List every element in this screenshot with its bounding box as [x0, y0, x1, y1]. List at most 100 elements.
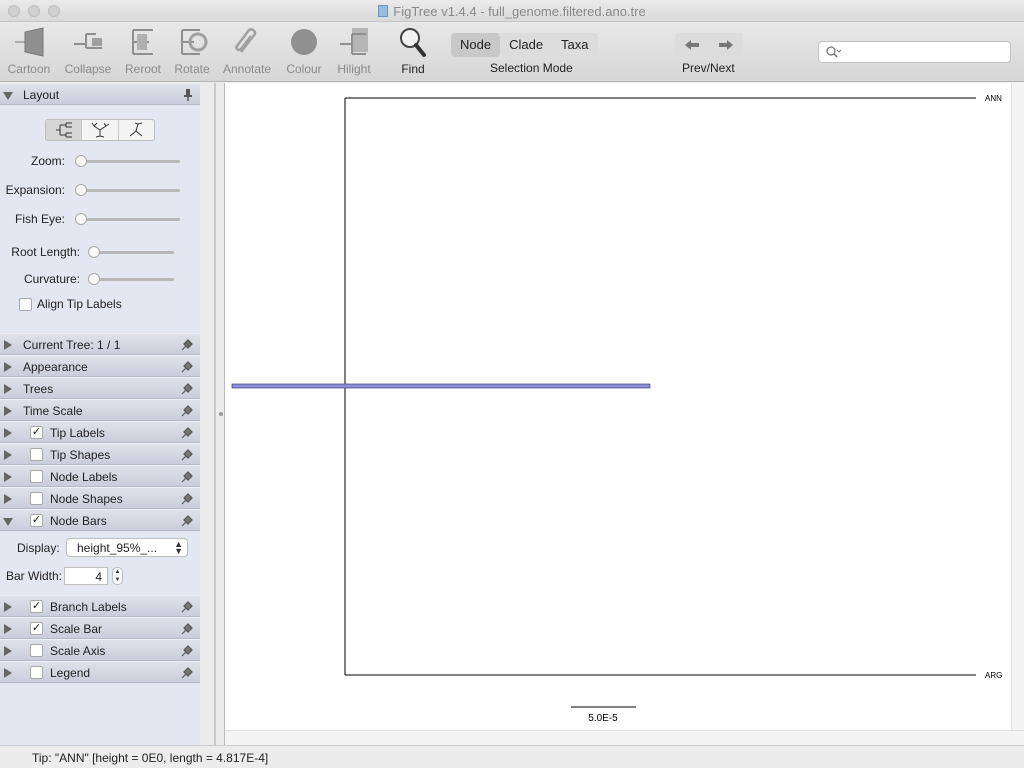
polar-layout-button[interactable]: [82, 120, 119, 140]
section-layout[interactable]: Layout: [0, 83, 200, 105]
unpinned-icon[interactable]: [180, 470, 194, 484]
section-branch-labels[interactable]: ✓ Branch Labels: [0, 595, 200, 617]
title-bar: FigTree v1.4.4 - full_genome.filtered.an…: [0, 0, 1024, 22]
unpinned-icon[interactable]: [180, 338, 194, 352]
bar-width-stepper[interactable]: ▲ ▼: [112, 567, 123, 585]
section-legend[interactable]: Legend: [0, 661, 200, 683]
zoom-slider-track[interactable]: [80, 160, 180, 163]
rotate-button[interactable]: Rotate: [166, 26, 218, 76]
section-label: Scale Bar: [50, 622, 103, 636]
rectangular-layout-button[interactable]: [46, 120, 83, 140]
section-node-shapes[interactable]: Node Shapes: [0, 487, 200, 509]
zoom-slider-knob[interactable]: [75, 155, 87, 167]
branch-labels-checkbox[interactable]: ✓: [30, 600, 43, 613]
align-tip-labels-label: Align Tip Labels: [37, 297, 122, 311]
node-shapes-checkbox[interactable]: [30, 492, 43, 505]
curvature-slider-track[interactable]: [94, 278, 174, 281]
curvature-slider-knob[interactable]: [88, 273, 100, 285]
selection-mode-node[interactable]: Node: [451, 33, 501, 57]
selection-mode-clade[interactable]: Clade: [500, 33, 552, 57]
node-labels-checkbox[interactable]: [30, 470, 43, 483]
section-trees[interactable]: Trees: [0, 377, 200, 399]
rectangular-tree-icon: [55, 122, 72, 138]
collapse-button[interactable]: Collapse: [62, 26, 114, 76]
section-node-bars[interactable]: ✓ Node Bars: [0, 509, 200, 531]
unpinned-icon[interactable]: [180, 622, 194, 636]
bar-width-field[interactable]: 4: [64, 567, 108, 585]
next-button[interactable]: [709, 33, 743, 57]
root-length-slider-track[interactable]: [94, 251, 174, 254]
prev-next-control: [675, 33, 743, 57]
display-select[interactable]: height_95%_... ▲ ▼: [66, 538, 188, 557]
section-label: Tip Shapes: [50, 448, 111, 462]
unpinned-icon[interactable]: [180, 426, 194, 440]
section-tip-shapes[interactable]: Tip Shapes: [0, 443, 200, 465]
radial-layout-button[interactable]: [119, 120, 154, 140]
unpinned-icon[interactable]: [180, 666, 194, 680]
unpinned-icon[interactable]: [180, 644, 194, 658]
rotate-label: Rotate: [174, 62, 210, 76]
legend-checkbox[interactable]: [30, 666, 43, 679]
expansion-slider-knob[interactable]: [75, 184, 87, 196]
unpinned-icon[interactable]: [180, 382, 194, 396]
reroot-button[interactable]: Reroot: [117, 26, 169, 76]
fish-eye-slider-knob[interactable]: [75, 213, 87, 225]
disclosure-closed-icon: [4, 624, 12, 634]
tip-shapes-checkbox[interactable]: [30, 448, 43, 461]
colour-icon: [291, 29, 317, 55]
unpinned-icon[interactable]: [180, 360, 194, 374]
prev-button[interactable]: [675, 33, 709, 57]
scale-bar-checkbox[interactable]: ✓: [30, 622, 43, 635]
fish-eye-slider-track[interactable]: [80, 218, 180, 221]
tip-labels-checkbox[interactable]: ✓: [30, 426, 43, 439]
toolbar: Cartoon Collapse Reroot Rotate Annotate …: [0, 22, 1024, 82]
zoom-label: Zoom:: [30, 154, 65, 168]
colour-button[interactable]: Colour: [278, 26, 330, 76]
disclosure-closed-icon: [4, 494, 12, 504]
search-input[interactable]: [843, 44, 1003, 60]
unpinned-icon[interactable]: [180, 514, 194, 528]
tip-label-arg[interactable]: ARG: [985, 671, 1002, 680]
disclosure-open-icon: [3, 518, 13, 526]
cartoon-button[interactable]: Cartoon: [3, 26, 55, 76]
section-node-labels[interactable]: Node Labels: [0, 465, 200, 487]
find-button[interactable]: Find: [387, 26, 439, 76]
align-tip-labels-checkbox[interactable]: [19, 298, 32, 311]
document-icon: [378, 5, 389, 17]
hilight-icon: [340, 28, 368, 55]
section-tip-labels[interactable]: ✓ Tip Labels: [0, 421, 200, 443]
node-bar[interactable]: [231, 383, 651, 389]
root-length-slider-knob[interactable]: [88, 246, 100, 258]
selection-mode-taxa[interactable]: Taxa: [552, 33, 597, 57]
unpinned-icon[interactable]: [180, 600, 194, 614]
annotate-button[interactable]: Annotate: [221, 26, 273, 76]
tip-label-ann[interactable]: ANN: [985, 94, 1002, 103]
hilight-button[interactable]: Hilight: [328, 26, 380, 76]
scale-axis-checkbox[interactable]: [30, 644, 43, 657]
section-scale-axis[interactable]: Scale Axis: [0, 639, 200, 661]
node-bars-checkbox[interactable]: ✓: [30, 514, 43, 527]
section-appearance[interactable]: Appearance: [0, 355, 200, 377]
divider-grip[interactable]: [219, 412, 223, 416]
section-time-scale[interactable]: Time Scale: [0, 399, 200, 421]
unpinned-icon[interactable]: [180, 492, 194, 506]
disclosure-closed-icon: [4, 362, 12, 372]
expansion-slider-track[interactable]: [80, 189, 180, 192]
tree-view[interactable]: ANN ARG 5.0E-5: [225, 83, 1011, 730]
tree-canvas[interactable]: ANN ARG 5.0E-5: [225, 83, 1011, 730]
display-label: Display:: [17, 541, 60, 555]
split-pane-divider[interactable]: [200, 83, 225, 745]
unpinned-icon[interactable]: [180, 448, 194, 462]
annotate-label: Annotate: [222, 62, 272, 76]
horizontal-scrollbar[interactable]: [225, 730, 1024, 745]
disclosure-closed-icon: [4, 668, 12, 678]
cartoon-label: Cartoon: [7, 62, 51, 76]
divider-line: [214, 83, 216, 745]
section-scale-bar[interactable]: ✓ Scale Bar: [0, 617, 200, 639]
vertical-scrollbar[interactable]: [1011, 83, 1024, 730]
pin-icon[interactable]: [182, 88, 194, 102]
unpinned-icon[interactable]: [180, 404, 194, 418]
disclosure-closed-icon: [4, 472, 12, 482]
section-current-tree[interactable]: Current Tree: 1 / 1: [0, 333, 200, 355]
section-label: Branch Labels: [50, 600, 127, 614]
